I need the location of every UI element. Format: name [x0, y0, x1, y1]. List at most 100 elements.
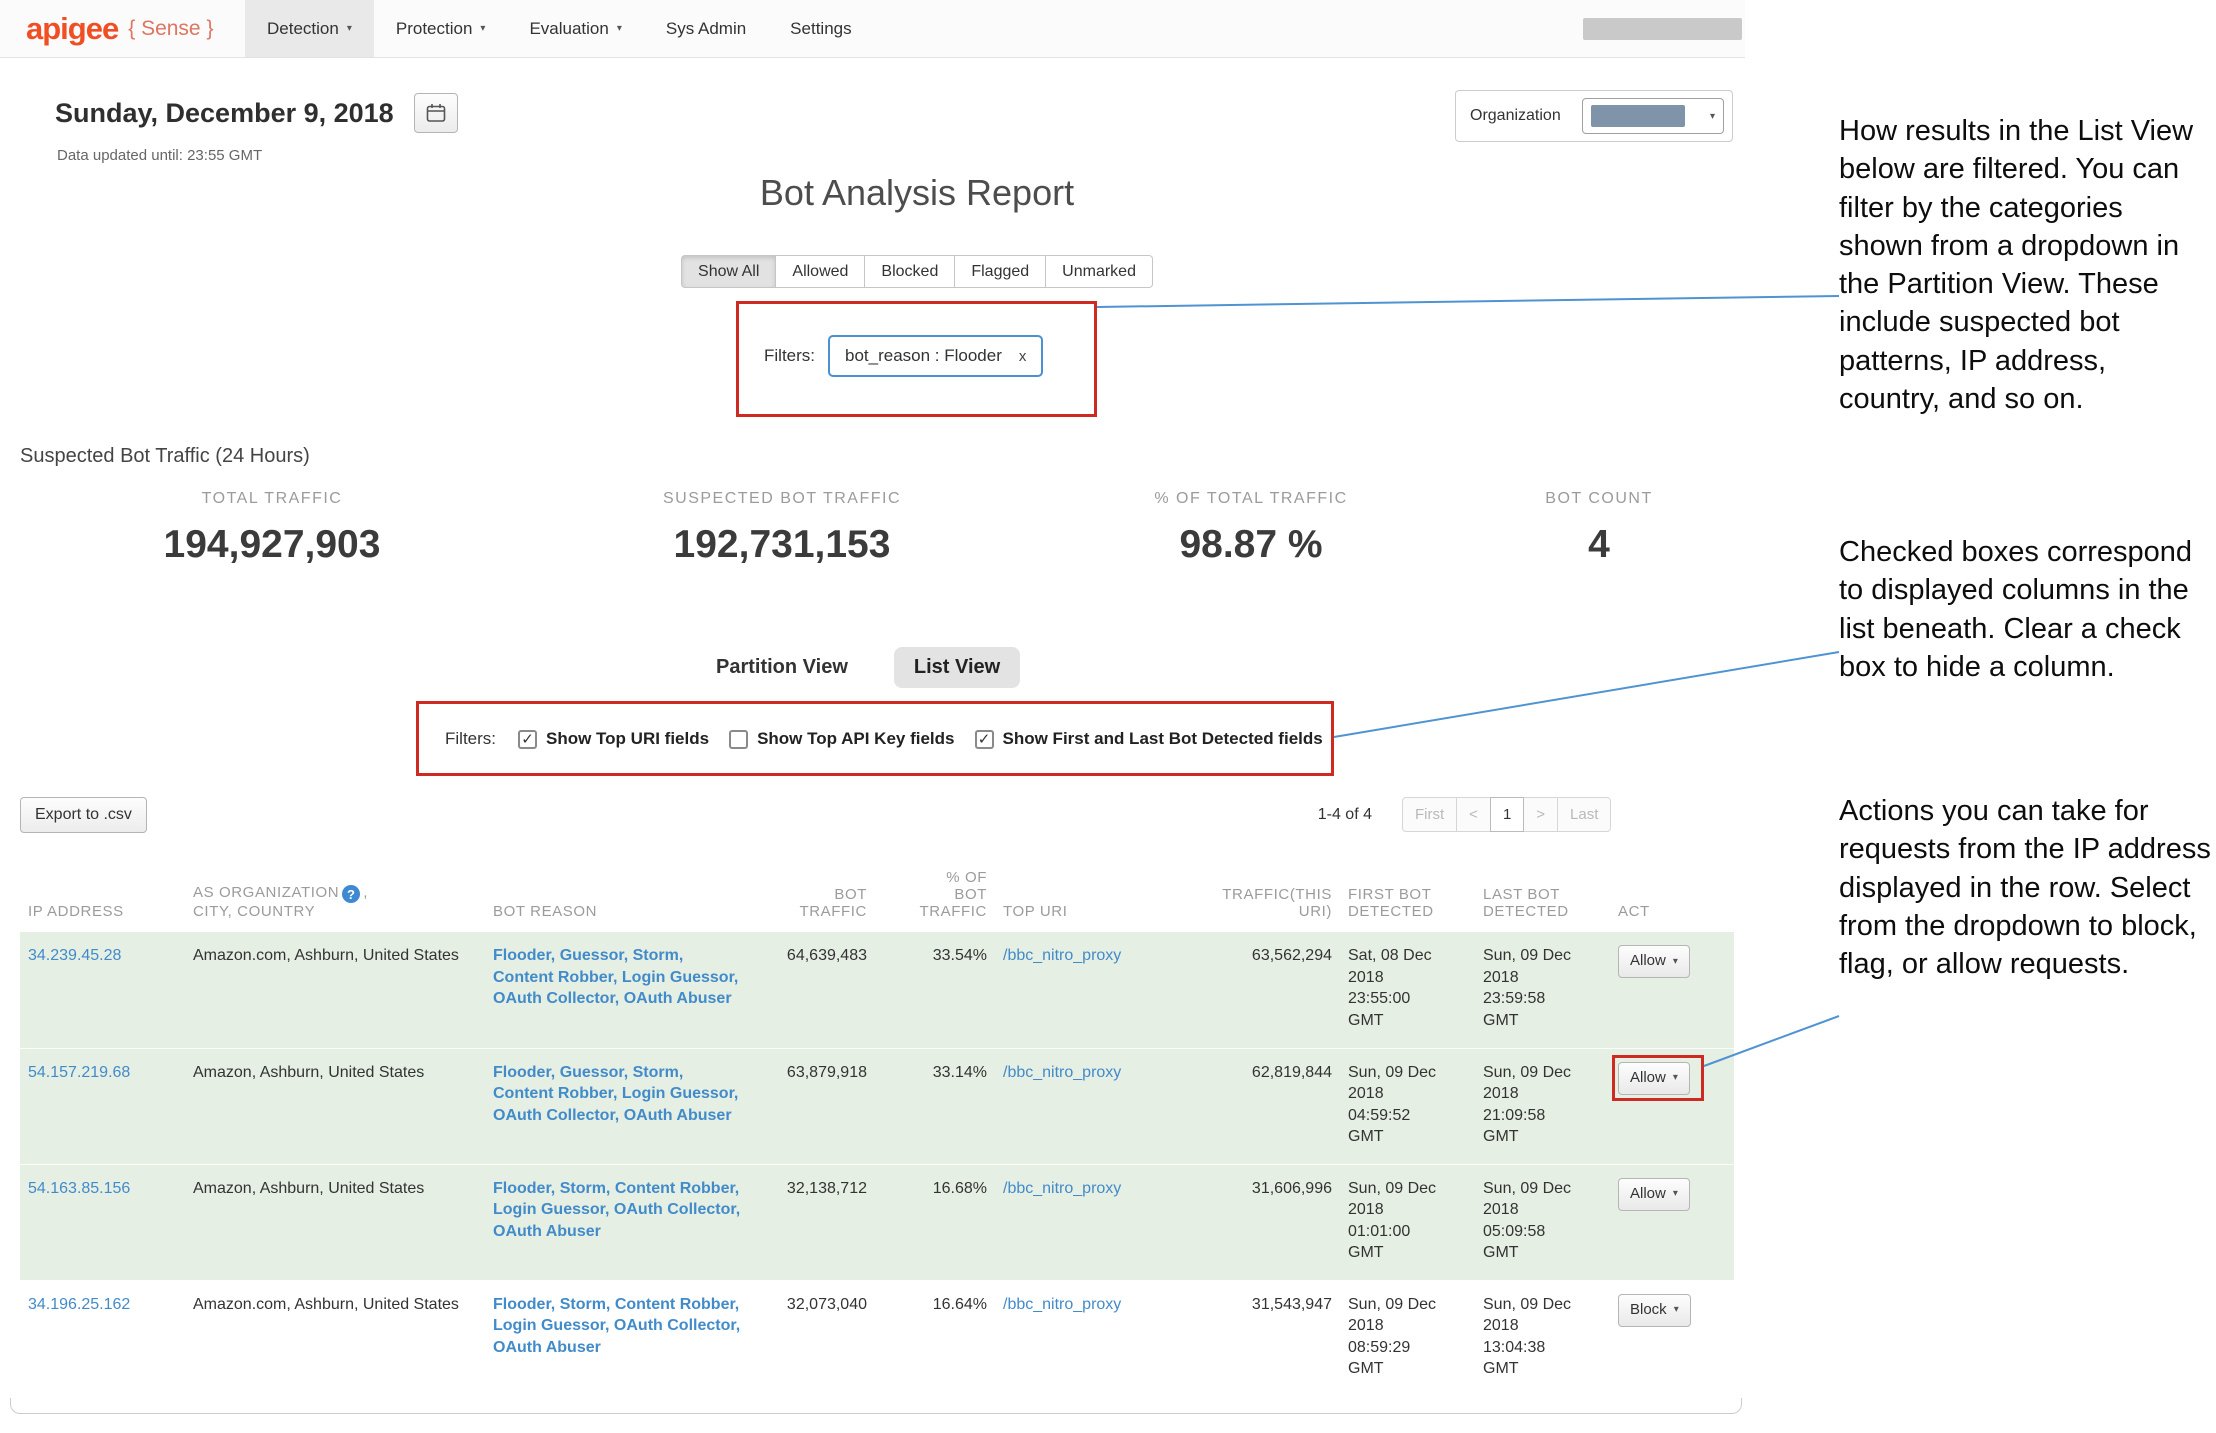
- action-label: Block: [1630, 1300, 1667, 1320]
- checkbox-icon[interactable]: [729, 730, 748, 749]
- checkbox-icon[interactable]: ✓: [975, 730, 994, 749]
- ip-address-link[interactable]: 34.196.25.162: [28, 1296, 130, 1313]
- close-icon[interactable]: x: [1019, 348, 1027, 365]
- bot-reason-link[interactable]: Flooder,: [493, 1180, 555, 1197]
- pager-prev-button[interactable]: <: [1456, 797, 1491, 832]
- bot-reason-link[interactable]: OAuth Collector,: [614, 1201, 740, 1218]
- bot-reason-link[interactable]: Flooder,: [493, 947, 555, 964]
- bot-reason-link[interactable]: Login Guessor,: [622, 969, 738, 986]
- sense-logo: { Sense }: [128, 17, 213, 41]
- nav-item-detection[interactable]: Detection ▾: [245, 0, 374, 57]
- bot-reason-link[interactable]: OAuth Collector,: [493, 1107, 619, 1124]
- bot-reason-link[interactable]: Content Robber,: [493, 969, 617, 986]
- checkbox-label: Show First and Last Bot Detected fields: [1003, 729, 1323, 749]
- bot-reason-link[interactable]: Guessor,: [560, 947, 628, 964]
- filter-checkbox-first-last-detected[interactable]: ✓ Show First and Last Bot Detected field…: [975, 729, 1323, 749]
- nav-item-settings[interactable]: Settings: [768, 0, 873, 57]
- pager-page-1-button[interactable]: 1: [1490, 797, 1524, 832]
- nav-item-sys-admin[interactable]: Sys Admin: [644, 0, 768, 57]
- column-header-text: LAST BOT DETECTED: [1483, 886, 1569, 920]
- action-cell: Allow ▾: [1610, 932, 1734, 1048]
- organization-select[interactable]: ▾: [1582, 98, 1724, 134]
- ip-address-link[interactable]: 54.157.219.68: [28, 1064, 130, 1081]
- action-dropdown[interactable]: Allow ▾: [1618, 1178, 1690, 1211]
- tab-blocked[interactable]: Blocked: [865, 255, 955, 288]
- stat-suspected-bot-traffic: SUSPECTED BOT TRAFFIC 192,731,153: [663, 490, 901, 567]
- bot-traffic-cell: 63,879,918: [755, 1048, 875, 1164]
- checkbox-icon[interactable]: ✓: [518, 730, 537, 749]
- tab-unmarked[interactable]: Unmarked: [1046, 255, 1153, 288]
- redacted-account-text: [1583, 18, 1742, 40]
- bot-reason-link[interactable]: Storm,: [560, 1180, 611, 1197]
- bot-reason-link[interactable]: Content Robber,: [615, 1296, 739, 1313]
- bot-reason-link[interactable]: OAuth Collector,: [493, 990, 619, 1007]
- bot-reason-link[interactable]: OAuth Abuser: [493, 1339, 601, 1356]
- bot-reason-link[interactable]: Storm,: [633, 947, 684, 964]
- pager-last-button[interactable]: Last: [1557, 797, 1611, 832]
- ip-address-link[interactable]: 34.239.45.28: [28, 947, 121, 964]
- export-csv-button[interactable]: Export to .csv: [20, 797, 147, 833]
- stat-pct-total-traffic: % OF TOTAL TRAFFIC 98.87 %: [1154, 490, 1347, 567]
- top-uri-link[interactable]: /bbc_nitro_proxy: [1003, 1296, 1121, 1313]
- column-header-text: AS ORGANIZATION: [193, 884, 339, 901]
- col-as-organization: AS ORGANIZATION?,CITY, COUNTRY: [185, 846, 485, 932]
- as-organization-cell: Amazon, Ashburn, United States: [185, 1164, 485, 1280]
- nav-item-evaluation[interactable]: Evaluation ▾: [507, 0, 643, 57]
- annotation-connector-line: [1097, 296, 1839, 307]
- bot-reason-link[interactable]: Flooder,: [493, 1064, 555, 1081]
- col-bot-traffic: BOT TRAFFIC: [755, 846, 875, 932]
- filter-checkbox-top-api-key[interactable]: Show Top API Key fields: [729, 729, 954, 749]
- action-cell: Allow ▾: [1610, 1164, 1734, 1280]
- pager-first-button[interactable]: First: [1402, 797, 1457, 832]
- filter-checkbox-top-uri[interactable]: ✓ Show Top URI fields: [518, 729, 709, 749]
- ip-cell: 34.196.25.162: [20, 1280, 185, 1396]
- filters-label: Filters:: [764, 346, 815, 366]
- top-uri-link[interactable]: /bbc_nitro_proxy: [1003, 1064, 1121, 1081]
- bot-reason-link[interactable]: Login Guessor,: [493, 1201, 609, 1218]
- action-dropdown[interactable]: Block ▾: [1618, 1294, 1691, 1327]
- last-bot-detected-cell: Sun, 09 Dec 2018 13:04:38 GMT: [1475, 1280, 1610, 1396]
- bot-reason-link[interactable]: Login Guessor,: [493, 1317, 609, 1334]
- tab-partition-view[interactable]: Partition View: [716, 656, 848, 679]
- tab-flagged[interactable]: Flagged: [955, 255, 1046, 288]
- bot-reason-link[interactable]: Flooder,: [493, 1296, 555, 1313]
- panel-bottom-border: [10, 1398, 1742, 1414]
- action-cell: Allow ▾: [1610, 1048, 1734, 1164]
- pager-next-button[interactable]: >: [1523, 797, 1558, 832]
- annotation-note-3: Actions you can take for requests from t…: [1839, 792, 2213, 983]
- bot-reason-link[interactable]: Content Robber,: [615, 1180, 739, 1197]
- help-icon[interactable]: ?: [342, 885, 360, 903]
- top-uri-link[interactable]: /bbc_nitro_proxy: [1003, 947, 1121, 964]
- bot-reason-link[interactable]: OAuth Abuser: [493, 1223, 601, 1240]
- traffic-this-uri-cell: 63,562,294: [1190, 932, 1340, 1048]
- filter-chip[interactable]: bot_reason : Flooder x: [828, 335, 1043, 377]
- column-header-text: ACT: [1618, 903, 1650, 920]
- col-top-uri: TOP URI: [995, 846, 1190, 932]
- bot-reason-link[interactable]: Login Guessor,: [622, 1085, 738, 1102]
- top-uri-link[interactable]: /bbc_nitro_proxy: [1003, 1180, 1121, 1197]
- tab-show-all[interactable]: Show All: [681, 255, 776, 288]
- action-dropdown[interactable]: Allow ▾: [1618, 945, 1690, 978]
- bot-reason-link[interactable]: OAuth Collector,: [614, 1317, 740, 1334]
- filter-chip-row: Filters: bot_reason : Flooder x: [764, 332, 1043, 380]
- ip-address-link[interactable]: 54.163.85.156: [28, 1180, 130, 1197]
- bot-reason-link[interactable]: Storm,: [633, 1064, 684, 1081]
- bot-reason-link[interactable]: Guessor,: [560, 1064, 628, 1081]
- stat-label: TOTAL TRAFFIC: [164, 490, 381, 508]
- last-bot-detected-cell: Sun, 09 Dec 2018 23:59:58 GMT: [1475, 932, 1610, 1048]
- col-traffic-this-uri: TRAFFIC(THIS URI): [1190, 846, 1340, 932]
- tab-allowed[interactable]: Allowed: [776, 255, 865, 288]
- chevron-down-icon: ▾: [1673, 955, 1678, 969]
- calendar-button[interactable]: [414, 93, 458, 133]
- bot-reason-link[interactable]: Storm,: [560, 1296, 611, 1313]
- annotation-note-1: How results in the List View below are f…: [1839, 112, 2213, 418]
- tab-list-view[interactable]: List View: [894, 647, 1020, 688]
- col-last-bot-detected: LAST BOT DETECTED: [1475, 846, 1610, 932]
- nav-item-protection[interactable]: Protection ▾: [374, 0, 508, 57]
- bot-reason-link[interactable]: OAuth Abuser: [624, 990, 732, 1007]
- bot-reason-link[interactable]: Content Robber,: [493, 1085, 617, 1102]
- stat-value: 192,731,153: [663, 523, 901, 567]
- bot-reason-link[interactable]: OAuth Abuser: [624, 1107, 732, 1124]
- top-navbar: apigee { Sense } Detection ▾ Protection …: [0, 0, 1745, 58]
- action-dropdown[interactable]: Allow ▾: [1618, 1062, 1690, 1095]
